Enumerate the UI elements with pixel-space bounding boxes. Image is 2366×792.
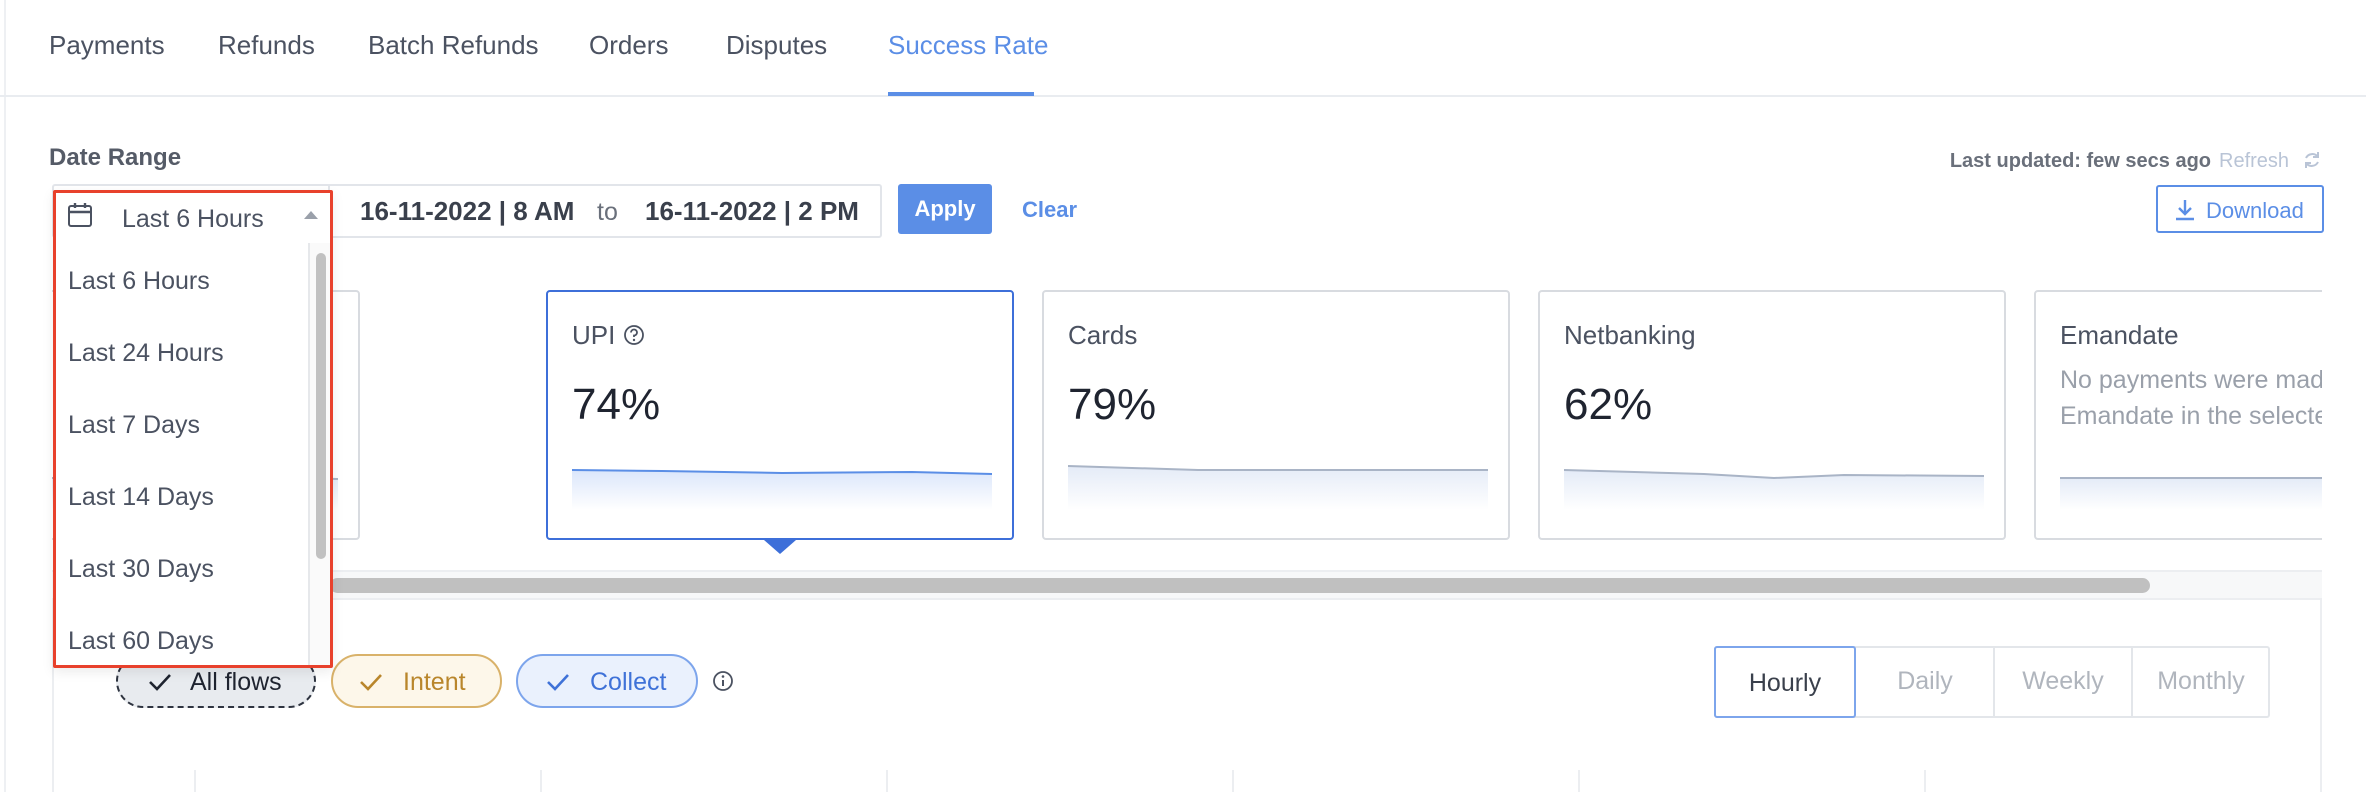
last-updated-text: Last updated: few secs ago — [1949, 150, 2211, 172]
clear-button[interactable]: Clear — [1022, 197, 1077, 223]
preset-option-last-60-days[interactable]: Last 60 Days — [68, 627, 214, 656]
date-range-label: Date Range — [49, 144, 182, 171]
preset-options: Last 6 Hours Last 24 Hours Last 7 Days L… — [56, 243, 308, 665]
card-upi[interactable]: UPI 74% — [546, 290, 1014, 540]
tab-payments[interactable]: Payments — [49, 30, 165, 61]
granularity-weekly[interactable]: Weekly — [1994, 646, 2132, 718]
refresh-icon[interactable] — [2302, 150, 2322, 170]
payment-method-cards: UPI 74% Cards 79% Netbanking 62% Emandat… — [52, 287, 2322, 547]
chart-grid-line — [886, 770, 888, 792]
tab-refunds[interactable]: Refunds — [218, 30, 315, 61]
card-netbanking-title: Netbanking — [1564, 320, 1696, 350]
preset-option-last-7-days[interactable]: Last 7 Days — [68, 411, 200, 440]
chart-grid-line — [1578, 770, 1580, 792]
page-left-border — [4, 0, 6, 792]
tab-orders[interactable]: Orders — [589, 30, 668, 61]
card-cards-title: Cards — [1068, 320, 1138, 350]
tab-batch-refunds[interactable]: Batch Refunds — [368, 30, 539, 61]
check-icon — [360, 674, 382, 691]
tab-bar: Payments Refunds Batch Refunds Orders Di… — [0, 0, 2366, 97]
card-cards-value: 79% — [1068, 380, 1157, 429]
chart-grid-line — [1924, 770, 1926, 792]
all-flows-label: All flows — [190, 668, 282, 696]
check-icon — [547, 674, 569, 691]
card-upi-value: 74% — [572, 380, 661, 429]
tab-disputes[interactable]: Disputes — [726, 30, 827, 61]
date-from-field[interactable]: 16-11-2022 | 8 AM — [360, 196, 574, 227]
card-upi-title: UPI — [572, 320, 645, 351]
sparkline-upi — [572, 469, 992, 510]
active-tab-indicator — [888, 92, 1034, 96]
card-netbanking-value: 62% — [1564, 380, 1653, 429]
preset-selected-value: Last 6 Hours — [122, 205, 264, 233]
preset-option-last-14-days[interactable]: Last 14 Days — [68, 483, 214, 512]
collect-label: Collect — [590, 668, 667, 696]
selected-card-pointer — [764, 540, 796, 554]
download-icon — [2176, 200, 2194, 221]
granularity-monthly[interactable]: Monthly — [2132, 646, 2270, 718]
refresh-link[interactable]: Refresh — [2219, 150, 2289, 173]
preset-dropdown: Last 6 Hours Last 6 Hours Last 24 Hours … — [53, 190, 333, 668]
sparkline-netbanking — [1564, 469, 1984, 510]
preset-scroll-thumb[interactable] — [316, 253, 326, 559]
cards-scroll-thumb[interactable] — [330, 578, 2150, 593]
card-emandate-message: No payments were made usingEmandate in t… — [2060, 366, 2322, 430]
granularity-daily[interactable]: Daily — [1856, 646, 1994, 718]
preset-option-last-24-hours[interactable]: Last 24 Hours — [68, 339, 224, 368]
chart-grid-line — [1232, 770, 1234, 792]
tab-success-rate[interactable]: Success Rate — [888, 30, 1048, 61]
intent-label: Intent — [403, 668, 466, 696]
download-label: Download — [2206, 198, 2304, 223]
chart-grid-line — [540, 770, 542, 792]
intent-chip[interactable]: Intent — [331, 654, 502, 708]
apply-button[interactable]: Apply — [898, 184, 992, 234]
card-emandate-title: Emandate — [2060, 320, 2179, 350]
card-cards[interactable]: Cards 79% — [1042, 290, 1510, 540]
sparkline-cards — [1068, 465, 1488, 510]
chart-grid-line — [194, 770, 196, 792]
card-netbanking[interactable]: Netbanking 62% — [1538, 290, 2006, 540]
date-to-label: to — [597, 198, 618, 226]
collect-chip[interactable]: Collect — [516, 654, 698, 708]
preset-option-last-30-days[interactable]: Last 30 Days — [68, 555, 214, 584]
sparkline-emandate — [2060, 477, 2322, 510]
granularity-hourly[interactable]: Hourly — [1714, 646, 1856, 718]
date-to-field[interactable]: 16-11-2022 | 2 PM — [645, 196, 859, 227]
help-icon[interactable] — [623, 324, 645, 346]
calendar-icon — [68, 203, 92, 227]
info-icon[interactable] — [712, 670, 734, 692]
preset-dropdown-header[interactable]: Last 6 Hours — [56, 193, 330, 243]
card-emandate[interactable]: Emandate No payments were made usingEman… — [2034, 290, 2322, 540]
preset-option-last-6-hours[interactable]: Last 6 Hours — [68, 267, 210, 296]
check-icon — [149, 674, 171, 691]
caret-up-icon — [304, 211, 318, 219]
download-button[interactable]: Download — [2156, 185, 2324, 233]
